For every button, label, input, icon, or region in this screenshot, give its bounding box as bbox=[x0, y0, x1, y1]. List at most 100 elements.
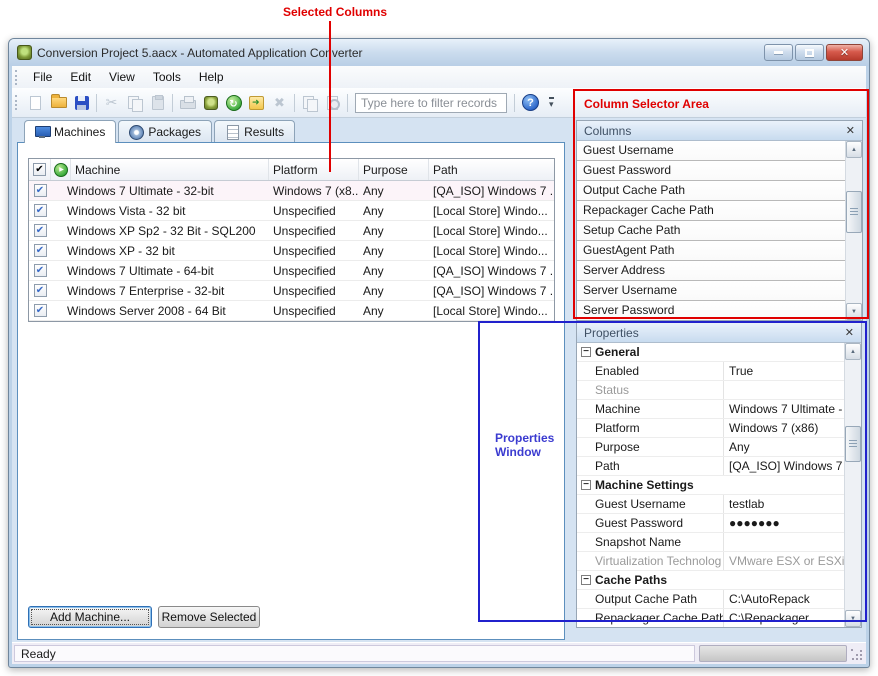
cell-path: [QA_ISO] Windows 7 ... bbox=[429, 184, 554, 198]
filter-records-input[interactable] bbox=[355, 93, 507, 113]
toolbar-icon bbox=[303, 96, 317, 110]
toolbar-delete-button[interactable] bbox=[268, 91, 291, 114]
minimize-button[interactable] bbox=[764, 44, 793, 61]
column-header-machine[interactable]: Machine bbox=[71, 159, 269, 180]
add-machine-button[interactable]: Add Machine... bbox=[28, 606, 152, 628]
toolbar-print-button[interactable] bbox=[176, 91, 199, 114]
toolbar-open-button[interactable] bbox=[47, 91, 70, 114]
cell-platform: Unspecified bbox=[269, 284, 359, 298]
row-checkbox-cell: ✔ bbox=[29, 244, 51, 257]
column-header-platform[interactable]: Platform bbox=[269, 159, 359, 180]
toolbar-separator-button bbox=[294, 94, 295, 112]
row-checkbox[interactable]: ✔ bbox=[34, 184, 47, 197]
tab-icon bbox=[129, 126, 143, 138]
tab-results[interactable]: Results bbox=[214, 120, 295, 142]
machine-row[interactable]: ✔ Windows Vista - 32 bit Unspecified Any… bbox=[29, 201, 554, 221]
tab-strip: Machines Packages Results bbox=[24, 120, 297, 143]
toolbar-new-button[interactable] bbox=[24, 91, 47, 114]
select-all-checkbox[interactable]: ✔ bbox=[33, 163, 46, 176]
annotation-pointer-line bbox=[329, 21, 331, 172]
toolbar-duplicate-button[interactable] bbox=[298, 91, 321, 114]
cell-machine: Windows XP - 32 bit bbox=[51, 244, 269, 258]
cell-path: [QA_ISO] Windows 7 ... bbox=[429, 284, 554, 298]
close-button[interactable]: ✕ bbox=[826, 44, 863, 61]
row-checkbox[interactable]: ✔ bbox=[34, 264, 47, 277]
cell-purpose: Any bbox=[359, 264, 429, 278]
cell-platform: Windows 7 (x8... bbox=[269, 184, 359, 198]
cell-purpose: Any bbox=[359, 184, 429, 198]
toolbar-cut-button[interactable] bbox=[100, 91, 123, 114]
toolbar-icon bbox=[128, 96, 142, 110]
machine-row[interactable]: ✔ Windows Server 2008 - 64 Bit Unspecifi… bbox=[29, 301, 554, 321]
minimize-icon bbox=[774, 51, 783, 54]
select-all-cell: ✔ bbox=[29, 159, 51, 180]
row-checkbox[interactable]: ✔ bbox=[34, 244, 47, 257]
tab-label: Packages bbox=[148, 125, 201, 139]
machine-row[interactable]: ✔ Windows XP - 32 bit Unspecified Any [L… bbox=[29, 241, 554, 261]
cell-purpose: Any bbox=[359, 244, 429, 258]
menu-view[interactable]: View bbox=[100, 68, 144, 86]
maximize-button[interactable] bbox=[795, 44, 824, 61]
menu-tools[interactable]: Tools bbox=[144, 68, 190, 86]
toolbar-separator-button bbox=[96, 94, 97, 112]
status-text-pane: Ready bbox=[14, 645, 695, 662]
machine-row[interactable]: ✔ Windows 7 Enterprise - 32-bit Unspecif… bbox=[29, 281, 554, 301]
row-checkbox[interactable]: ✔ bbox=[34, 204, 47, 217]
toolbar-import-button[interactable] bbox=[245, 91, 268, 114]
remove-selected-button[interactable]: Remove Selected bbox=[158, 606, 260, 628]
cell-machine: Windows 7 Ultimate - 64-bit bbox=[51, 264, 269, 278]
column-header-purpose[interactable]: Purpose bbox=[359, 159, 429, 180]
toolbar-copy-button[interactable] bbox=[123, 91, 146, 114]
row-checkbox-cell: ✔ bbox=[29, 284, 51, 297]
menu-help[interactable]: Help bbox=[190, 68, 233, 86]
toolbar-paste-button[interactable] bbox=[146, 91, 169, 114]
toolbar-icon bbox=[226, 95, 242, 111]
row-checkbox[interactable]: ✔ bbox=[34, 304, 47, 317]
titlebar[interactable]: Conversion Project 5.aacx - Automated Ap… bbox=[9, 39, 869, 66]
menu-file[interactable]: File bbox=[24, 68, 61, 86]
toolbar-icon bbox=[249, 96, 264, 110]
tab-machines[interactable]: Machines bbox=[24, 120, 116, 143]
cell-machine: Windows Vista - 32 bit bbox=[51, 204, 269, 218]
machine-row[interactable]: ✔ Windows 7 Ultimate - 64-bit Unspecifie… bbox=[29, 261, 554, 281]
cell-purpose: Any bbox=[359, 224, 429, 238]
annotation-selected-columns-label: Selected Columns bbox=[283, 5, 387, 19]
status-text: Ready bbox=[21, 647, 56, 661]
resize-grip-icon[interactable] bbox=[851, 649, 863, 661]
column-header-path[interactable]: Path bbox=[429, 159, 554, 180]
toolbar-save-button[interactable] bbox=[70, 91, 93, 114]
menu-grip-icon[interactable] bbox=[15, 70, 19, 85]
toolbar-icon bbox=[152, 96, 164, 110]
annotation-properties-window-box bbox=[478, 321, 867, 622]
machine-row[interactable]: ✔ Windows XP Sp2 - 32 Bit - SQL200 Unspe… bbox=[29, 221, 554, 241]
toolbar-find-button[interactable] bbox=[321, 91, 344, 114]
tab-icon bbox=[35, 126, 49, 138]
machine-row[interactable]: ✔ Windows 7 Ultimate - 32-bit Windows 7 … bbox=[29, 181, 554, 201]
row-checkbox-cell: ✔ bbox=[29, 304, 51, 317]
toolbar-icon bbox=[180, 100, 196, 109]
cell-path: [Local Store] Windo... bbox=[429, 244, 554, 258]
toolbar-package-button[interactable] bbox=[199, 91, 222, 114]
row-checkbox-cell: ✔ bbox=[29, 204, 51, 217]
row-checkbox[interactable]: ✔ bbox=[34, 224, 47, 237]
tab-packages[interactable]: Packages bbox=[118, 120, 212, 142]
menu-edit[interactable]: Edit bbox=[61, 68, 100, 86]
row-checkbox-cell: ✔ bbox=[29, 224, 51, 237]
toolbar-overflow-button[interactable]: ▾ bbox=[549, 97, 554, 108]
play-icon: ▶ bbox=[54, 163, 68, 177]
toolbar-icon bbox=[274, 95, 285, 111]
screenshot-root: Conversion Project 5.aacx - Automated Ap… bbox=[0, 0, 878, 676]
cell-path: [QA_ISO] Windows 7 ... bbox=[429, 264, 554, 278]
toolbar-refresh-button[interactable] bbox=[222, 91, 245, 114]
toolbar-grip-icon[interactable] bbox=[15, 95, 19, 110]
machines-table: ✔ ▶ Machine Platform Purpose Path ✔ Wind… bbox=[28, 158, 555, 322]
app-icon bbox=[17, 45, 32, 60]
row-checkbox[interactable]: ✔ bbox=[34, 284, 47, 297]
cell-platform: Unspecified bbox=[269, 264, 359, 278]
help-button[interactable]: ? bbox=[522, 94, 539, 111]
cell-machine: Windows 7 Ultimate - 32-bit bbox=[51, 184, 269, 198]
cell-path: [Local Store] Windo... bbox=[429, 204, 554, 218]
status-bar: Ready bbox=[12, 642, 866, 664]
window-controls: ✕ bbox=[762, 44, 863, 61]
toolbar-separator-button bbox=[172, 94, 173, 112]
